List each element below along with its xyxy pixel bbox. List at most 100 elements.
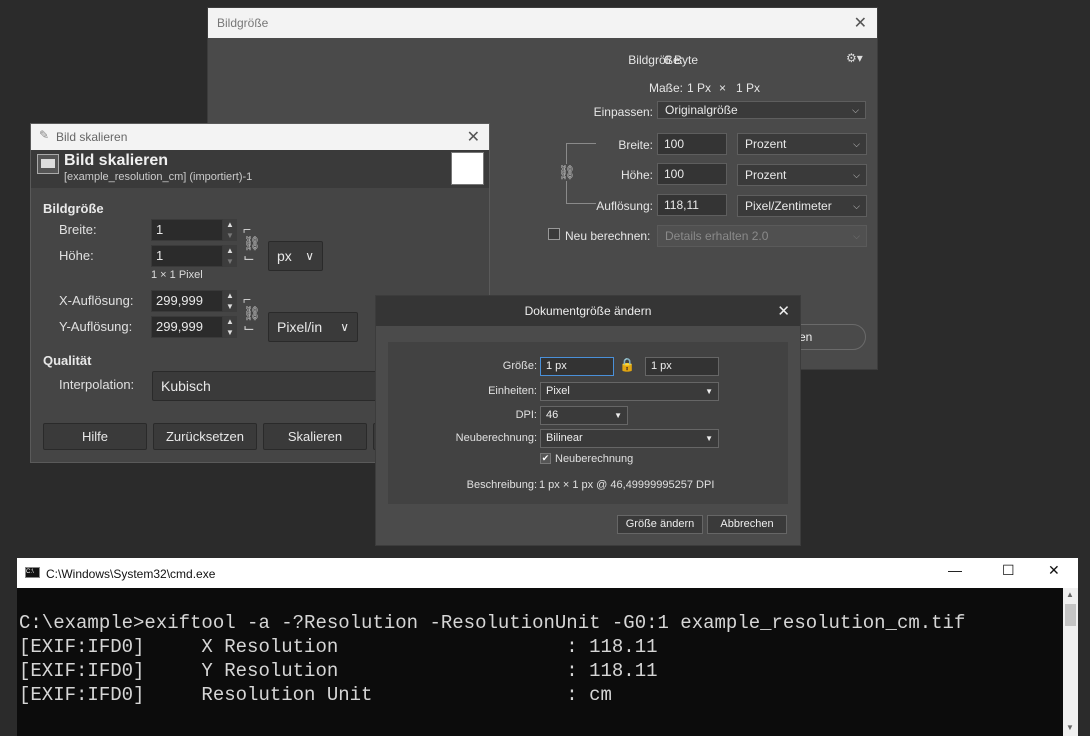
cmd-scrollbar[interactable]: ▲ ▼	[1063, 588, 1078, 736]
height-unit-value: Prozent	[745, 168, 787, 182]
dimensions-height: 1 Px	[736, 81, 761, 95]
height-stepper[interactable]: ▲ ▼	[223, 245, 237, 267]
resample-method-label: Neuberechnung:	[455, 432, 537, 444]
resize-button[interactable]: Größe ändern	[617, 515, 703, 534]
chevron-down-icon[interactable]: ⌄	[663, 78, 673, 92]
close-icon[interactable]: ✕	[854, 13, 867, 33]
size-unit-select[interactable]: px ∨	[268, 241, 323, 271]
description-label: Beschreibung:	[466, 479, 537, 491]
dimensions-label: Maße:	[648, 81, 683, 95]
resample-select[interactable]: Details erhalten 2.0 ⌵	[657, 225, 867, 247]
image-icon	[37, 154, 59, 174]
close-icon[interactable]: ✕	[777, 302, 790, 320]
size-chain-icon[interactable]: ⌐ ⛓ ⌙	[243, 222, 261, 264]
help-button[interactable]: Hilfe	[43, 423, 147, 450]
gear-icon[interactable]: ⚙▾	[846, 51, 863, 65]
y-resolution-stepper[interactable]: ▲ ▼	[223, 316, 237, 338]
document-size-panel: Größe: 1 px 🔒 1 px Einheiten: Pixel ▼ DP…	[388, 342, 788, 504]
maximize-icon[interactable]: ☐	[1002, 562, 1015, 579]
resolution-input[interactable]: 118,11	[657, 194, 727, 216]
scroll-up-icon[interactable]: ▲	[1066, 590, 1074, 599]
document-size-window: Dokumentgröße ändern ✕ Größe: 1 px 🔒 1 p…	[375, 295, 801, 546]
cmd-title: C:\Windows\System32\cmd.exe	[46, 567, 216, 581]
dpi-select[interactable]: 46 ▼	[540, 406, 628, 425]
document-size-titlebar[interactable]: Dokumentgröße ändern ✕	[376, 296, 800, 326]
resample-method-select[interactable]: Bilinear ▼	[540, 429, 719, 448]
dialog-button-label: en	[799, 330, 813, 344]
resample-checkbox[interactable]	[548, 228, 560, 240]
gimp-icon: ✎	[39, 128, 50, 142]
reset-button[interactable]: Zurücksetzen	[153, 423, 257, 450]
width-input[interactable]: 100	[657, 133, 727, 155]
scale-image-header: Bild skalieren [example_resolution_cm] (…	[31, 150, 489, 188]
units-select[interactable]: Pixel ▼	[540, 382, 719, 401]
resolution-unit-select[interactable]: Pixel/Zentimeter ⌵	[737, 195, 867, 217]
scrollbar-thumb[interactable]	[1065, 604, 1076, 626]
interpolation-value: Kubisch	[161, 378, 211, 394]
height-input[interactable]: 1	[151, 245, 223, 267]
chevron-down-icon: ▼	[705, 387, 713, 396]
width-label: Breite:	[59, 222, 97, 237]
cmd-line: [EXIF:IFD0] X Resolution : 118.11	[19, 636, 658, 658]
pixel-info: 1 × 1 Pixel	[151, 269, 203, 281]
fit-label: Einpassen:	[593, 105, 653, 119]
quality-section: Qualität	[43, 353, 92, 368]
resolution-unit-value: Pixel/Zentimeter	[745, 199, 832, 213]
chevron-down-icon: ⌵	[853, 139, 860, 149]
close-icon[interactable]: ✕	[1048, 562, 1060, 579]
chevron-down-icon: ▼	[705, 434, 713, 443]
resolution-unit-value: Pixel/in	[277, 319, 323, 335]
size-width-input[interactable]: 1 px	[540, 357, 614, 376]
image-size-value: 6 Byte	[664, 53, 699, 67]
y-resolution-input[interactable]: 299,999	[151, 316, 223, 338]
resolution-label: Auflösung:	[596, 199, 653, 213]
scale-image-titlebar[interactable]: ✎ Bild skalieren ✕	[31, 124, 489, 150]
cmd-line: [EXIF:IFD0] Y Resolution : 118.11	[19, 660, 658, 682]
cancel-button[interactable]: Abbrechen	[707, 515, 787, 534]
resample-checkbox[interactable]: ✔	[540, 453, 551, 464]
interpolation-select[interactable]: Kubisch	[152, 371, 382, 401]
cmd-window: C:\ C:\Windows\System32\cmd.exe — ☐ ✕ C:…	[17, 558, 1078, 736]
resolution-chain-icon[interactable]: ⌐ ⛓ ⌙	[243, 292, 261, 334]
scroll-down-icon[interactable]: ▼	[1066, 723, 1074, 732]
x-resolution-stepper[interactable]: ▲ ▼	[223, 290, 237, 312]
width-unit-select[interactable]: Prozent ⌵	[737, 133, 867, 155]
height-unit-select[interactable]: Prozent ⌵	[737, 164, 867, 186]
width-input[interactable]: 1	[151, 219, 223, 241]
header-title: Bild skalieren	[64, 152, 169, 169]
x-resolution-input[interactable]: 299,999	[151, 290, 223, 312]
description-value: 1 px × 1 px @ 46,49999995257 DPI	[539, 479, 715, 491]
resample-checkbox-label: Neuberechnung	[555, 453, 634, 465]
lock-icon[interactable]: 🔒	[619, 357, 635, 373]
x-resolution-label: X-Auflösung:	[59, 293, 134, 308]
resolution-unit-select[interactable]: Pixel/in ∨	[268, 312, 358, 342]
cmd-titlebar[interactable]: C:\ C:\Windows\System32\cmd.exe — ☐ ✕	[17, 558, 1078, 588]
width-stepper[interactable]: ▲ ▼	[223, 219, 237, 241]
terminal-icon: C:\	[25, 567, 40, 578]
dimensions-width: 1 Px	[687, 81, 712, 95]
height-input[interactable]: 100	[657, 163, 727, 185]
chevron-down-icon: ⌵	[852, 105, 859, 115]
units-value: Pixel	[546, 385, 570, 397]
fit-select[interactable]: Originalgröße ⌵	[657, 101, 866, 119]
bildgroesse-titlebar[interactable]: Bildgröße ✕	[208, 8, 877, 38]
image-size-label: Bildgröße:	[628, 53, 683, 67]
width-label: Breite:	[618, 138, 653, 152]
dpi-value: 46	[546, 409, 559, 421]
chevron-down-icon: ⌵	[853, 170, 860, 180]
y-resolution-label: Y-Auflösung:	[59, 319, 133, 334]
resample-value: Details erhalten 2.0	[665, 229, 769, 243]
chevron-down-icon: ⌵	[853, 231, 860, 241]
fit-select-value: Originalgröße	[665, 103, 738, 117]
header-subtitle: [example_resolution_cm] (importiert)-1	[64, 171, 253, 183]
resample-method-value: Bilinear	[546, 432, 583, 444]
cmd-line: C:\example>exiftool -a -?Resolution -Res…	[19, 612, 966, 634]
resample-label: Neu berechnen:	[565, 229, 651, 243]
size-height-input[interactable]: 1 px	[645, 357, 719, 376]
image-preview	[451, 152, 484, 185]
minimize-icon[interactable]: —	[948, 562, 962, 578]
scale-button[interactable]: Skalieren	[263, 423, 367, 450]
chevron-down-icon: ⌵	[853, 201, 860, 211]
close-icon[interactable]: ✕	[467, 127, 480, 147]
height-label: Höhe:	[59, 248, 94, 263]
